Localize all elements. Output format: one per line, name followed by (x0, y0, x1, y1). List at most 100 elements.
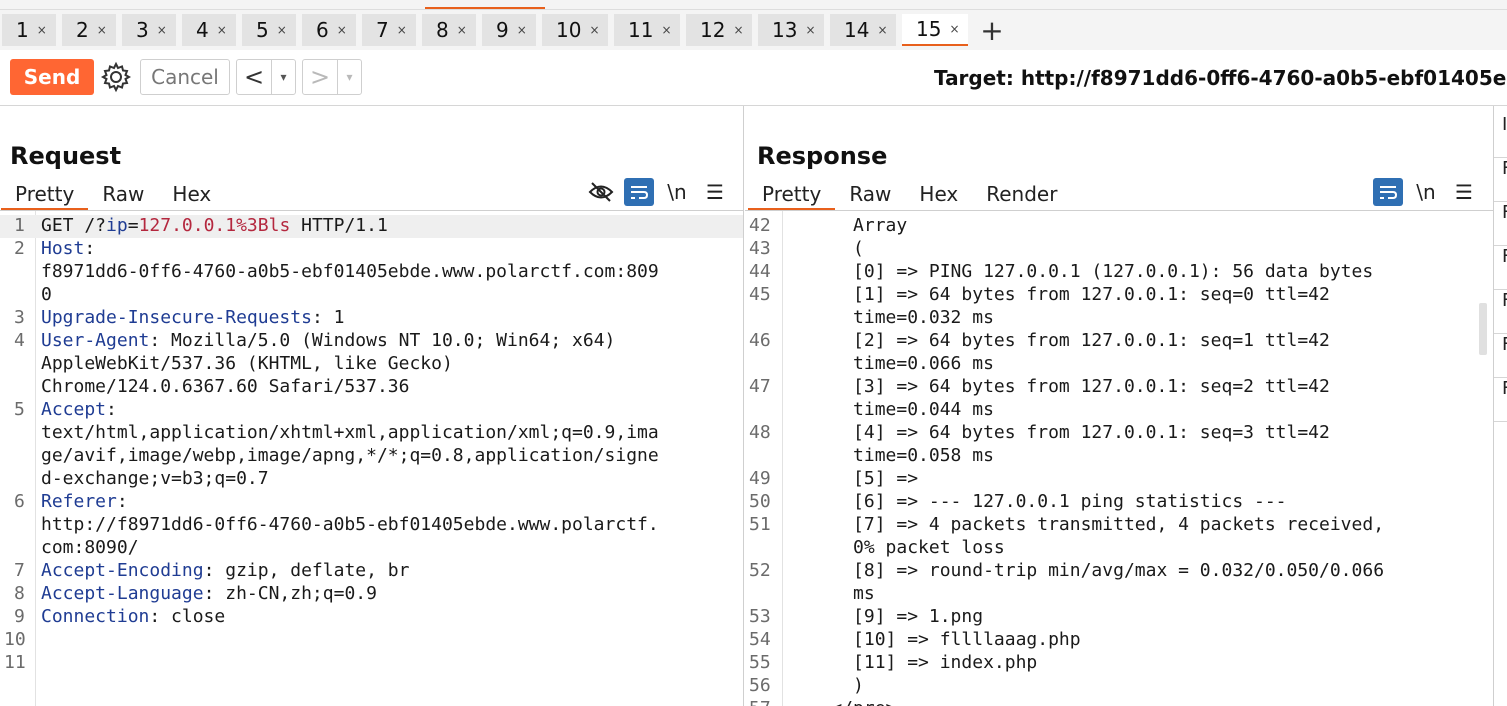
tab-12[interactable]: 12 × (686, 14, 752, 46)
close-icon[interactable]: × (457, 23, 467, 37)
tab-9[interactable]: 9 × (482, 14, 536, 46)
close-icon[interactable]: × (661, 23, 671, 37)
inspector-item[interactable]: F (1494, 290, 1507, 334)
target-url[interactable]: Target: http://f8971dd6-0ff6-4760-a0b5-e… (934, 66, 1507, 90)
response-line: 45 [1] => 64 bytes from 127.0.0.1: seq=0… (745, 284, 1493, 307)
gear-icon[interactable] (100, 61, 132, 93)
code-text: [10] => fllllaaag.php (788, 629, 1081, 650)
tab-10[interactable]: 10 × (542, 14, 608, 46)
inspector-item[interactable]: F (1494, 202, 1507, 246)
code-text: ms (788, 583, 875, 604)
close-icon[interactable]: × (805, 23, 815, 37)
request-line: f8971dd6-0ff6-4760-a0b5-ebf01405ebde.www… (0, 261, 743, 284)
close-icon[interactable]: × (589, 23, 599, 37)
menu-icon[interactable]: ☰ (700, 178, 730, 206)
request-line: 9 Connection: close (0, 606, 743, 629)
line-number: 3 (14, 307, 25, 328)
inspector-item[interactable]: F (1494, 158, 1507, 202)
request-tab-hex[interactable]: Hex (158, 180, 225, 210)
code-text: ( (788, 238, 864, 259)
forward-nav-group[interactable]: > ▾ (302, 59, 362, 95)
tab-1[interactable]: 1 × (2, 14, 56, 46)
request-line: 7 Accept-Encoding: gzip, deflate, br (0, 560, 743, 583)
hide-icon[interactable] (586, 178, 616, 206)
wrap-lines-icon[interactable] (1373, 178, 1403, 206)
response-line: 0% packet loss (745, 537, 1493, 560)
line-number: 8 (14, 583, 25, 604)
response-tab-raw[interactable]: Raw (835, 180, 905, 210)
code-text: [5] => (788, 468, 919, 489)
response-line: time=0.044 ms (745, 399, 1493, 422)
close-icon[interactable]: × (157, 23, 167, 37)
inspector-item[interactable]: I (1494, 114, 1507, 158)
line-number: 48 (749, 422, 771, 443)
line-number: 42 (749, 215, 771, 236)
close-icon[interactable]: × (97, 23, 107, 37)
close-icon[interactable]: × (949, 22, 959, 36)
back-arrow-icon[interactable]: < (237, 63, 271, 91)
request-line: 4 User-Agent: Mozilla/5.0 (Windows NT 10.… (0, 330, 743, 353)
response-scrollbar[interactable] (1479, 303, 1487, 355)
response-line: time=0.058 ms (745, 445, 1493, 468)
tab-15[interactable]: 15 × (902, 14, 968, 46)
forward-arrow-icon[interactable]: > (303, 63, 337, 91)
back-nav-group[interactable]: < ▾ (236, 59, 296, 95)
newline-icon[interactable]: \n (662, 178, 692, 206)
send-button[interactable]: Send (10, 59, 94, 95)
request-line: 3 Upgrade-Insecure-Requests: 1 (0, 307, 743, 330)
request-tab-raw[interactable]: Raw (88, 180, 158, 210)
response-line: 48 [4] => 64 bytes from 127.0.0.1: seq=3… (745, 422, 1493, 445)
tab-label: 15 (916, 17, 942, 41)
tab-13[interactable]: 13 × (758, 14, 824, 46)
tab-11[interactable]: 11 × (614, 14, 680, 46)
tab-3[interactable]: 3 × (122, 14, 176, 46)
close-icon[interactable]: × (877, 23, 887, 37)
response-line: 51 [7] => 4 packets transmitted, 4 packe… (745, 514, 1493, 537)
tab-label: 3 (136, 18, 149, 42)
close-icon[interactable]: × (733, 23, 743, 37)
response-tab-pretty[interactable]: Pretty (748, 180, 836, 210)
response-line: 49 [5] => (745, 468, 1493, 491)
close-icon[interactable]: × (37, 23, 47, 37)
close-icon[interactable]: × (217, 23, 227, 37)
tab-label: 1 (16, 18, 29, 42)
forward-dropdown-icon[interactable]: ▾ (337, 60, 361, 94)
line-number: 10 (4, 629, 26, 650)
tab-8[interactable]: 8 × (422, 14, 476, 46)
newline-icon[interactable]: \n (1411, 178, 1441, 206)
tab-4[interactable]: 4 × (182, 14, 236, 46)
inspector-item[interactable]: F (1494, 334, 1507, 378)
close-icon[interactable]: × (337, 23, 347, 37)
top-strip (0, 0, 1507, 10)
wrap-lines-icon[interactable] (624, 178, 654, 206)
response-line: 56 ) (745, 675, 1493, 698)
response-tab-hex[interactable]: Hex (905, 180, 972, 210)
tab-5[interactable]: 5 × (242, 14, 296, 46)
cancel-button[interactable]: Cancel (140, 59, 230, 95)
request-line: 1 GET /?ip=127.0.0.1%3Bls HTTP/1.1 (0, 215, 743, 238)
tab-6[interactable]: 6 × (302, 14, 356, 46)
tab-14[interactable]: 14 × (830, 14, 896, 46)
close-icon[interactable]: × (517, 23, 527, 37)
request-tab-pretty[interactable]: Pretty (1, 180, 89, 210)
inspector-item[interactable]: F (1494, 378, 1507, 422)
response-tab-render[interactable]: Render (972, 180, 1071, 210)
inspector-item[interactable]: F (1494, 246, 1507, 290)
tab-2[interactable]: 2 × (62, 14, 116, 46)
request-editor[interactable]: 1 GET /?ip=127.0.0.1%3Bls HTTP/1.1 2 Host: f… (0, 210, 743, 706)
code-text: [6] => --- 127.0.0.1 ping statistics --- (788, 491, 1287, 512)
code-text: GET /?ip=127.0.0.1%3Bls HTTP/1.1 (41, 215, 388, 236)
line-number: 55 (749, 652, 771, 673)
tab-label: 14 (844, 18, 870, 42)
code-text: User-Agent: Mozilla/5.0 (Windows NT 10.0… (41, 330, 616, 351)
response-editor[interactable]: 42 Array 43 (44 [0] => PING 127.0.0.1 (12… (745, 210, 1493, 706)
request-line: 8 Accept-Language: zh-CN,zh;q=0.9 (0, 583, 743, 606)
back-dropdown-icon[interactable]: ▾ (271, 60, 295, 94)
close-icon[interactable]: × (397, 23, 407, 37)
close-icon[interactable]: × (277, 23, 287, 37)
code-text: ) (788, 675, 864, 696)
add-tab-icon[interactable]: + (978, 14, 1006, 47)
line-number: 9 (14, 606, 25, 627)
tab-7[interactable]: 7 × (362, 14, 416, 46)
menu-icon[interactable]: ☰ (1449, 178, 1479, 206)
